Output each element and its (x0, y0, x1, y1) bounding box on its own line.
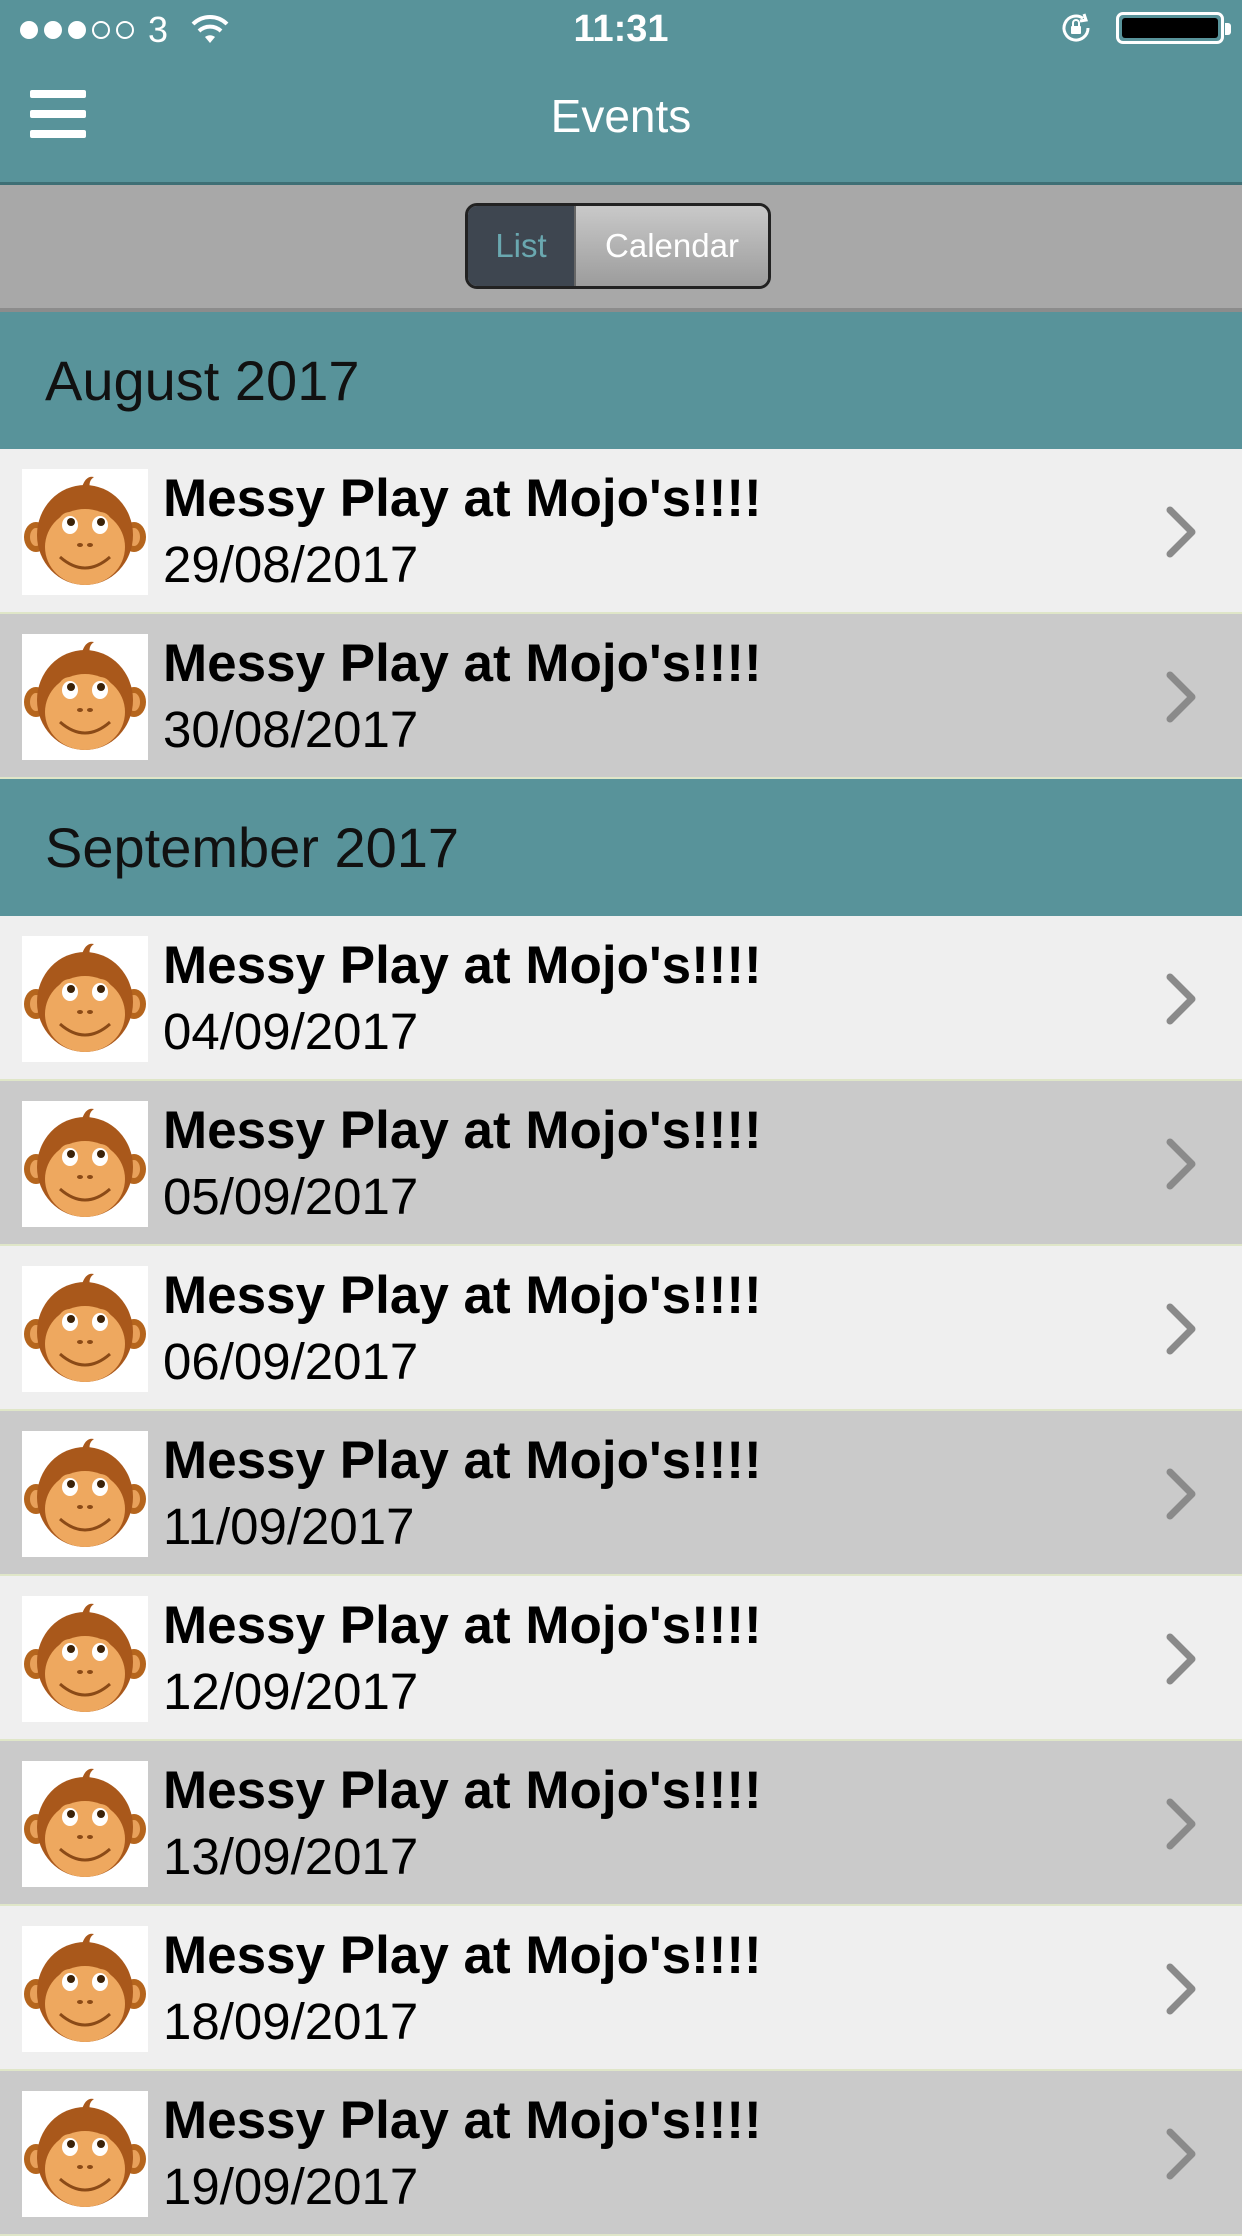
event-thumbnail-monkey-icon (22, 634, 148, 760)
section-header: August 2017 (0, 312, 1242, 449)
chevron-right-icon (1164, 2127, 1198, 2181)
event-thumbnail-monkey-icon (22, 1266, 148, 1392)
status-time: 11:31 (573, 8, 669, 50)
chevron-right-icon (1164, 1137, 1198, 1191)
event-row[interactable]: Messy Play at Mojo's!!!! 19/09/2017 (0, 2071, 1242, 2236)
event-date: 05/09/2017 (163, 1168, 419, 1225)
event-title: Messy Play at Mojo's!!!! (163, 1266, 762, 1325)
event-title: Messy Play at Mojo's!!!! (163, 1101, 762, 1160)
segment-list[interactable]: List (468, 206, 574, 286)
event-thumbnail-monkey-icon (22, 469, 148, 595)
event-row[interactable]: Messy Play at Mojo's!!!! 13/09/2017 (0, 1741, 1242, 1906)
view-segmented-control: List Calendar (465, 203, 771, 289)
event-thumbnail-monkey-icon (22, 1761, 148, 1887)
event-title: Messy Play at Mojo's!!!! (163, 1431, 762, 1490)
event-title: Messy Play at Mojo's!!!! (163, 469, 762, 528)
event-title: Messy Play at Mojo's!!!! (163, 1761, 762, 1820)
event-thumbnail-monkey-icon (22, 1926, 148, 2052)
event-date: 18/09/2017 (163, 1993, 419, 2050)
section-header: September 2017 (0, 779, 1242, 916)
event-row[interactable]: Messy Play at Mojo's!!!! 30/08/2017 (0, 614, 1242, 779)
event-date: 12/09/2017 (163, 1663, 419, 1720)
event-thumbnail-monkey-icon (22, 1431, 148, 1557)
event-title: Messy Play at Mojo's!!!! (163, 2091, 762, 2150)
event-row[interactable]: Messy Play at Mojo's!!!! 12/09/2017 (0, 1576, 1242, 1741)
status-bar: 3 11:31 (0, 0, 1242, 60)
segment-calendar[interactable]: Calendar (574, 206, 768, 286)
event-date: 11/09/2017 (163, 1498, 415, 1555)
chevron-right-icon (1164, 1302, 1198, 1356)
event-row[interactable]: Messy Play at Mojo's!!!! 18/09/2017 (0, 1906, 1242, 2071)
chevron-right-icon (1164, 1962, 1198, 2016)
status-right (1058, 10, 1231, 46)
event-row[interactable]: Messy Play at Mojo's!!!! 06/09/2017 (0, 1246, 1242, 1411)
event-title: Messy Play at Mojo's!!!! (163, 1926, 762, 1985)
rotation-lock-icon (1062, 13, 1090, 42)
event-thumbnail-monkey-icon (22, 1596, 148, 1722)
battery-icon (1116, 12, 1231, 44)
event-row[interactable]: Messy Play at Mojo's!!!! 11/09/2017 (0, 1411, 1242, 1576)
nav-bar: Events (0, 60, 1242, 182)
chevron-right-icon (1164, 1797, 1198, 1851)
event-title: Messy Play at Mojo's!!!! (163, 936, 762, 995)
top-bar: 3 11:31 Events (0, 0, 1242, 185)
event-date: 13/09/2017 (163, 1828, 419, 1885)
event-row[interactable]: Messy Play at Mojo's!!!! 05/09/2017 (0, 1081, 1242, 1246)
chevron-right-icon (1164, 972, 1198, 1026)
event-title: Messy Play at Mojo's!!!! (163, 1596, 762, 1655)
event-thumbnail-monkey-icon (22, 2091, 148, 2217)
event-date: 19/09/2017 (163, 2158, 419, 2215)
chevron-right-icon (1164, 1632, 1198, 1686)
event-date: 30/08/2017 (163, 701, 419, 758)
chevron-right-icon (1164, 1467, 1198, 1521)
chevron-right-icon (1164, 670, 1198, 724)
event-row[interactable]: Messy Play at Mojo's!!!! 04/09/2017 (0, 916, 1242, 1081)
page-title: Events (550, 90, 692, 142)
event-list: August 2017 Messy Play at Mojo's!!!! 29/0… (0, 312, 1242, 2236)
event-title: Messy Play at Mojo's!!!! (163, 634, 762, 693)
event-thumbnail-monkey-icon (22, 1101, 148, 1227)
event-date: 29/08/2017 (163, 536, 419, 593)
event-date: 04/09/2017 (163, 1003, 419, 1060)
event-row[interactable]: Messy Play at Mojo's!!!! 29/08/2017 (0, 449, 1242, 614)
event-date: 06/09/2017 (163, 1333, 419, 1390)
event-thumbnail-monkey-icon (22, 936, 148, 1062)
chevron-right-icon (1164, 505, 1198, 559)
view-toggle-bar: List Calendar (0, 185, 1242, 312)
